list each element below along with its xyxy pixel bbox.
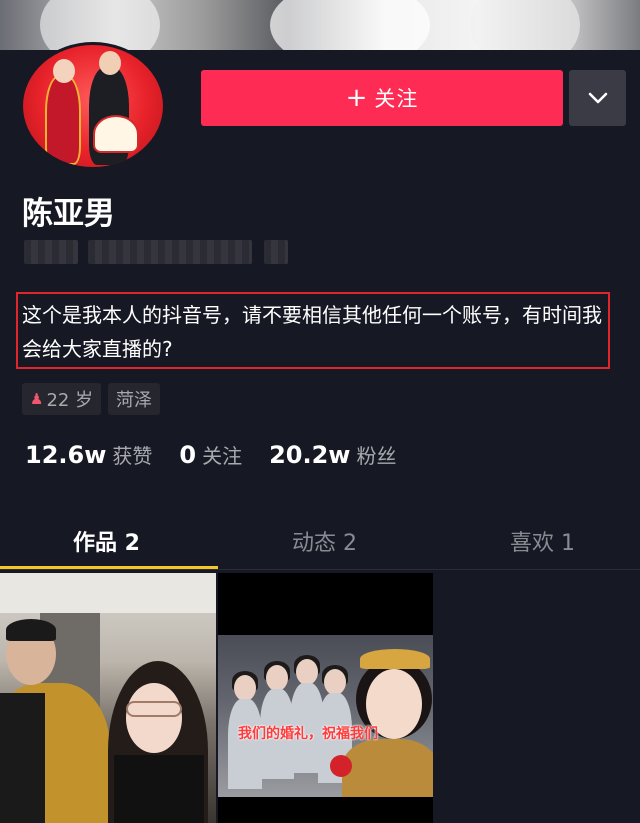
tab-likes[interactable]: 喜欢 1 bbox=[436, 525, 640, 557]
video-thumbnail-1[interactable] bbox=[0, 573, 216, 823]
stat-likes[interactable]: 12.6w 获赞 bbox=[25, 440, 152, 469]
tab-works[interactable]: 作品 2 bbox=[0, 525, 213, 557]
follow-label: 关注 bbox=[374, 87, 419, 111]
follow-button[interactable]: + 关注 bbox=[201, 70, 563, 126]
age-label: 22 岁 bbox=[46, 390, 94, 411]
chevron-down-icon bbox=[588, 92, 607, 104]
tab-activity[interactable]: 动态 2 bbox=[218, 525, 431, 557]
likes-label: 获赞 bbox=[112, 444, 153, 468]
followers-label: 粉丝 bbox=[356, 444, 397, 468]
likes-count: 12.6w bbox=[25, 441, 107, 469]
video-photo: 我们的婚礼，祝福我们 bbox=[218, 635, 433, 797]
tab-divider bbox=[0, 569, 640, 570]
followers-count: 20.2w bbox=[269, 441, 351, 469]
more-options-button[interactable] bbox=[569, 70, 626, 126]
video-caption: 我们的婚礼，祝福我们 bbox=[238, 726, 378, 742]
person-icon: ♟ bbox=[30, 390, 44, 408]
following-label: 关注 bbox=[202, 444, 243, 468]
plus-icon: + bbox=[345, 83, 369, 113]
nickname: 陈亚男 bbox=[22, 196, 115, 232]
location-tag: 菏泽 bbox=[108, 383, 160, 415]
blurred-copy-icon bbox=[264, 240, 288, 264]
stats-row: 12.6w 获赞 0 关注 20.2w 粉丝 bbox=[25, 440, 423, 469]
profile-page: + 关注 陈亚男 这个是我本人的抖音号，请不要相信其他任何一个账号，有时间我会给… bbox=[0, 0, 640, 823]
blurred-account-id bbox=[24, 240, 78, 264]
content-tabs: 作品 2 动态 2 喜欢 1 bbox=[0, 515, 640, 571]
location-label: 菏泽 bbox=[116, 390, 152, 411]
avatar[interactable] bbox=[20, 42, 166, 170]
stat-followers[interactable]: 20.2w 粉丝 bbox=[269, 440, 396, 469]
video-thumbnail-2[interactable]: 我们的婚礼，祝福我们 bbox=[218, 573, 433, 823]
following-count: 0 bbox=[179, 441, 197, 469]
bio-text: 这个是我本人的抖音号，请不要相信其他任何一个账号，有时间我会给大家直播的? bbox=[22, 303, 602, 361]
blurred-account-id-2 bbox=[88, 240, 252, 264]
age-tag: ♟ 22 岁 bbox=[22, 383, 102, 415]
stat-following[interactable]: 0 关注 bbox=[179, 440, 242, 469]
